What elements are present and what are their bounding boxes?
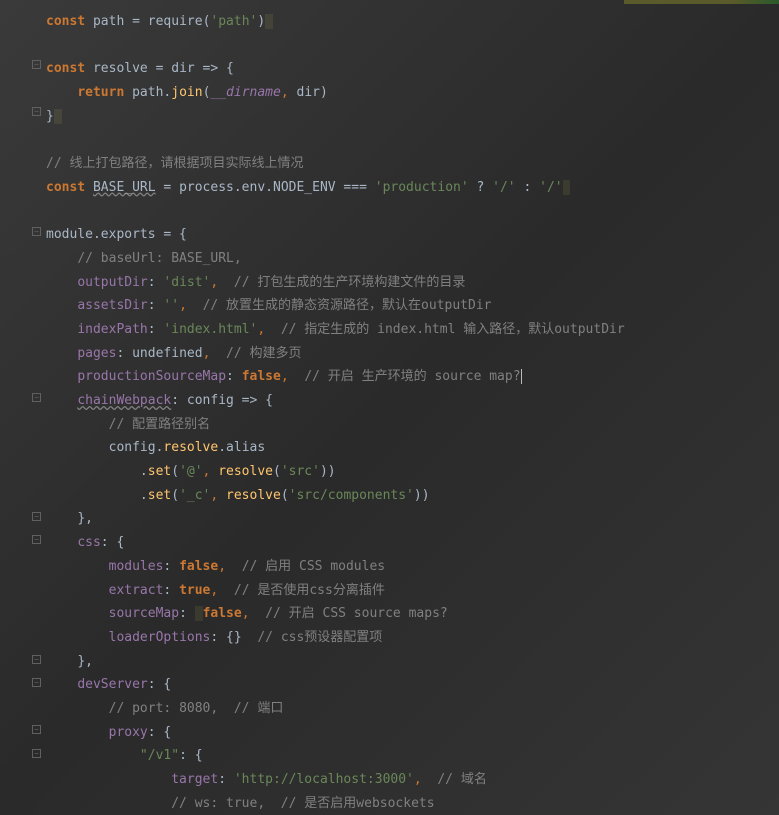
code-content[interactable]: const path = require('path') const resol… [0,10,779,815]
code-line[interactable]: const BASE_URL = process.env.NODE_ENV ==… [46,176,779,200]
code-line[interactable]: outputDir: 'dist', // 打包生成的生产环境构建文件的目录 [46,271,779,295]
code-line[interactable] [46,34,779,58]
code-line[interactable]: .set('@', resolve('src')) [46,460,779,484]
code-line[interactable]: // 线上打包路径，请根据项目实际线上情况 [46,152,779,176]
code-line[interactable] [46,128,779,152]
code-line[interactable]: // port: 8080, // 端口 [46,697,779,721]
code-line[interactable]: .set('_c', resolve('src/components')) [46,484,779,508]
fold-marker[interactable]: − [32,227,41,236]
code-line[interactable]: // 配置路径别名 [46,413,779,437]
code-line[interactable]: const resolve = dir => { [46,57,779,81]
code-line[interactable]: config.resolve.alias [46,436,779,460]
gutter: − − − − − − − − − − [0,0,43,815]
code-line[interactable]: const path = require('path') [46,10,779,34]
code-line[interactable]: }, [46,650,779,674]
code-line[interactable]: loaderOptions: {} // css预设器配置项 [46,626,779,650]
code-line[interactable]: target: 'http://localhost:3000', // 域名 [46,768,779,792]
fold-marker[interactable]: − [32,749,41,758]
code-line[interactable]: module.exports = { [46,223,779,247]
fold-marker[interactable]: − [32,725,41,734]
code-line[interactable]: indexPath: 'index.html', // 指定生成的 index.… [46,318,779,342]
code-line[interactable]: return path.join(__dirname, dir) [46,81,779,105]
code-line[interactable]: pages: undefined, // 构建多页 [46,342,779,366]
fold-marker[interactable]: − [32,655,41,664]
fold-marker[interactable]: − [32,107,41,116]
code-line[interactable]: } [46,105,779,129]
code-line[interactable]: assetsDir: '', // 放置生成的静态资源路径，默认在outputD… [46,294,779,318]
code-line[interactable]: }, [46,507,779,531]
fold-marker[interactable]: − [32,60,41,69]
code-line[interactable]: css: { [46,531,779,555]
fold-marker[interactable]: − [32,535,41,544]
code-line[interactable]: modules: false, // 启用 CSS modules [46,555,779,579]
fold-marker[interactable]: − [32,678,41,687]
code-line[interactable]: extract: true, // 是否使用css分离插件 [46,579,779,603]
code-line[interactable]: "/v1": { [46,744,779,768]
code-line[interactable]: sourceMap: false, // 开启 CSS source maps? [46,602,779,626]
code-line[interactable]: // baseUrl: BASE_URL, [46,247,779,271]
code-editor[interactable]: − − − − − − − − − − const path = require… [0,0,779,815]
fold-marker[interactable]: − [32,512,41,521]
fold-marker[interactable]: − [32,393,41,402]
code-line[interactable] [46,200,779,224]
code-line[interactable]: productionSourceMap: false, // 开启 生产环境的 … [46,365,779,389]
code-line[interactable]: chainWebpack: config => { [46,389,779,413]
code-line[interactable]: // ws: true, // 是否启用websockets [46,792,779,815]
code-line[interactable]: proxy: { [46,721,779,745]
code-line[interactable]: devServer: { [46,673,779,697]
